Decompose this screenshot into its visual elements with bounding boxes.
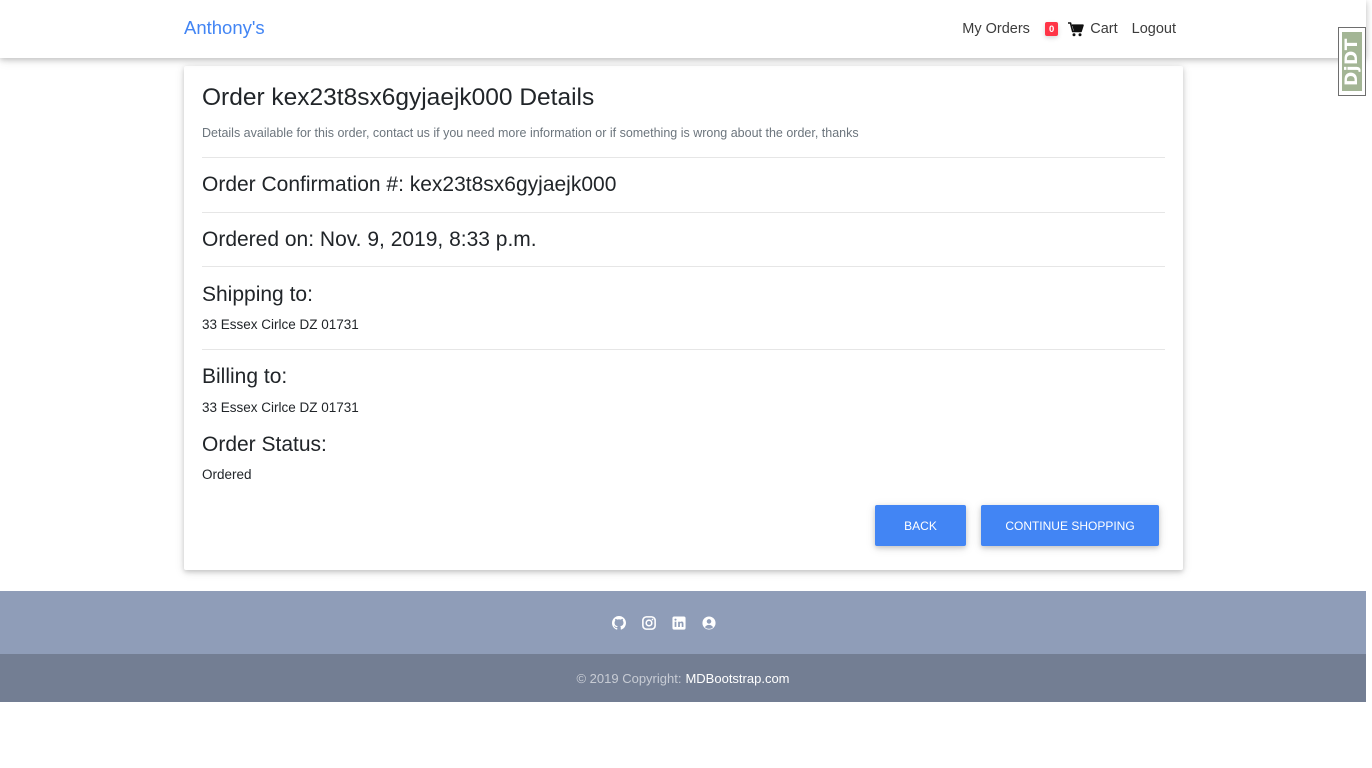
- page-title: Order kex23t8sx6gyjaejk000 Details: [202, 84, 595, 111]
- footer-social-bar: [0, 591, 1366, 654]
- instagram-icon[interactable]: [642, 615, 656, 630]
- cart-count-badge: 0: [1044, 22, 1059, 36]
- order-status: Ordered: [202, 467, 252, 482]
- back-button[interactable]: Back: [875, 505, 966, 546]
- order-details-card: Order kex23t8sx6gyjaejk000 Details Detai…: [184, 66, 1183, 570]
- debug-toolbar-label: DjDT: [1342, 37, 1362, 86]
- shipping-address: 33 Essex Cirlce DZ 01731: [202, 317, 359, 332]
- shipping-heading: Shipping to:: [202, 283, 313, 306]
- status-heading: Order Status:: [202, 433, 327, 456]
- logout-link[interactable]: Logout: [1132, 21, 1176, 37]
- copyright-text: © 2019 Copyright:: [576, 670, 682, 686]
- debug-toolbar-handle[interactable]: DjDT: [1338, 27, 1366, 96]
- navbar: Anthony's My Orders 0 Cart Logout: [0, 0, 1366, 58]
- shopping-cart-icon: [1068, 21, 1085, 37]
- billing-heading: Billing to:: [202, 365, 288, 388]
- debug-toolbar-logo: DjDT: [1342, 32, 1362, 91]
- divider: [202, 212, 1165, 213]
- linkedin-icon[interactable]: [672, 615, 686, 630]
- github-icon[interactable]: [612, 615, 626, 630]
- cart-label: Cart: [1090, 21, 1118, 37]
- nav-right: My Orders 0 Cart Logout: [962, 19, 1176, 39]
- footer-copyright: © 2019 Copyright: MDBootstrap.com: [0, 654, 1366, 702]
- ordered-on: Ordered on: Nov. 9, 2019, 8:33 p.m.: [202, 228, 537, 251]
- page-subtitle: Details available for this order, contac…: [202, 126, 859, 140]
- divider: [202, 157, 1165, 158]
- user-circle-icon[interactable]: [702, 615, 716, 630]
- divider: [202, 266, 1165, 267]
- divider: [202, 349, 1165, 350]
- continue-shopping-button[interactable]: Continue shopping: [981, 505, 1159, 546]
- order-confirmation: Order Confirmation #: kex23t8sx6gyjaejk0…: [202, 173, 617, 196]
- billing-address: 33 Essex Cirlce DZ 01731: [202, 400, 359, 415]
- brand-link[interactable]: Anthony's: [184, 17, 265, 39]
- cart-link[interactable]: Cart: [1068, 21, 1118, 37]
- social-links: [612, 615, 716, 630]
- my-orders-link[interactable]: My Orders: [962, 21, 1030, 37]
- copyright-link[interactable]: MDBootstrap.com: [685, 671, 789, 686]
